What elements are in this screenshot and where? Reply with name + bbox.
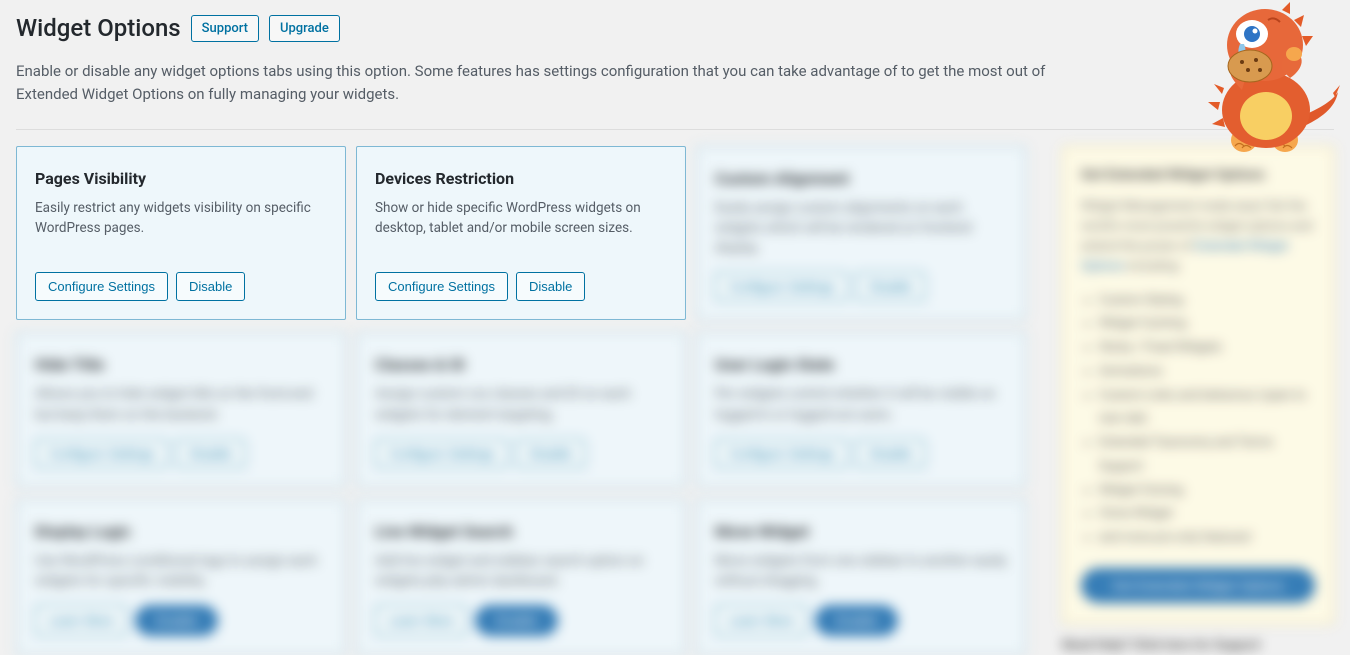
configure-button[interactable]: Configure Settings	[375, 272, 508, 301]
sidebar-feature-item: Custom Links and behaviour (open to new …	[1099, 384, 1315, 432]
option-card: Classes & ID Assign custom css classes an…	[356, 332, 686, 487]
cards-grid: Pages Visibility Easily restrict any widg…	[16, 146, 1026, 655]
card-title: Hide Title	[35, 355, 327, 374]
toggle-button: Disable	[856, 439, 925, 468]
card-title: Devices Restriction	[375, 169, 667, 188]
card-title: User Login State	[715, 355, 1007, 374]
sidebar-feature-item: and more pro-only features!	[1099, 526, 1315, 550]
card-actions: Configure Settings Disable	[35, 272, 327, 301]
page-title: Widget Options	[16, 14, 181, 42]
card-description: Per widgets control whether it will be v…	[715, 384, 1007, 425]
card-actions: Configure Settings Disable	[375, 439, 667, 468]
card-actions: Configure Settings Disable	[35, 439, 327, 468]
toggle-button: Disable	[176, 439, 245, 468]
card-actions: Configure Settings Disable	[715, 272, 1007, 301]
option-card: Devices Restriction Show or hide specific…	[356, 146, 686, 321]
card-title: Classes & ID	[375, 355, 667, 374]
sidebar-cta-button[interactable]: Get Extended Widget Options	[1081, 568, 1315, 603]
card-actions: Configure Settings Disable	[715, 439, 1007, 468]
card-title: Custom Alignment	[715, 169, 1007, 188]
sidebar-feature-item: Custom Styling	[1099, 289, 1315, 313]
sidebar-title: Get Extended Widget Options	[1081, 167, 1315, 183]
mascot-dino-icon	[1190, 0, 1340, 155]
card-title: Move Widget	[715, 522, 1007, 541]
card-description: Use WordPress conditional tags to assign…	[35, 551, 327, 592]
option-card: Display Logic Use WordPress conditional t…	[16, 499, 346, 655]
toggle-button: Enable	[815, 605, 897, 636]
sidebar-paragraph: Widget Management made easy! Get the wor…	[1081, 197, 1315, 277]
option-card: Custom Alignment Easily assign custom ali…	[696, 146, 1026, 321]
sidebar-feature-item: Clone Widget	[1099, 502, 1315, 526]
option-card: Pages Visibility Easily restrict any widg…	[16, 146, 346, 321]
card-actions: Learn More Enable	[715, 605, 1007, 636]
card-description: Allows you to hide widget title on the f…	[35, 384, 327, 425]
configure-button: Configure Settings	[375, 439, 508, 468]
configure-button: Configure Settings	[35, 439, 168, 468]
sidebar-feature-item: Sticky / Fixed Widgets	[1099, 336, 1315, 360]
configure-button: Configure Settings	[715, 439, 848, 468]
card-title: Pages Visibility	[35, 169, 327, 188]
sidebar-footer: Need Help? Click here for Support	[1062, 638, 1334, 653]
toggle-button[interactable]: Disable	[176, 272, 245, 301]
configure-button: Learn More	[35, 605, 127, 636]
card-description: Assign custom css classes and ID on each…	[375, 384, 667, 425]
card-description: Add live widget and sidebar search optio…	[375, 551, 667, 592]
sidebar-feature-item: Widget Cloning	[1099, 479, 1315, 503]
sidebar-feature-item: Extended Taxonomy and Terms Support	[1099, 431, 1315, 479]
card-title: Display Logic	[35, 522, 327, 541]
option-card: Move Widget Move widgets from one sidebar…	[696, 499, 1026, 655]
toggle-button: Disable	[856, 272, 925, 301]
card-description: Easily restrict any widgets visibility o…	[35, 198, 327, 259]
card-description: Show or hide specific WordPress widgets …	[375, 198, 667, 259]
card-title: Live Widget Search	[375, 522, 667, 541]
page-intro: Enable or disable any widget options tab…	[0, 42, 1110, 129]
toggle-button: Enable	[135, 605, 217, 636]
toggle-button: Enable	[475, 605, 557, 636]
card-actions: Configure Settings Disable	[375, 272, 667, 301]
option-card: Live Widget Search Add live widget and si…	[356, 499, 686, 655]
sidebar: Get Extended Widget Options Widget Manag…	[1062, 146, 1334, 653]
card-actions: Learn More Enable	[375, 605, 667, 636]
card-actions: Learn More Enable	[35, 605, 327, 636]
card-description: Easily assign custom alignments on each …	[715, 198, 1007, 259]
support-button[interactable]: Support	[191, 15, 259, 42]
option-card: Hide Title Allows you to hide widget titl…	[16, 332, 346, 487]
option-card: User Login State Per widgets control whet…	[696, 332, 1026, 487]
card-description: Move widgets from one sidebar to another…	[715, 551, 1007, 592]
configure-button: Learn More	[375, 605, 467, 636]
configure-button: Learn More	[715, 605, 807, 636]
toggle-button[interactable]: Disable	[516, 272, 585, 301]
upgrade-button[interactable]: Upgrade	[269, 15, 340, 42]
toggle-button: Disable	[516, 439, 585, 468]
configure-button[interactable]: Configure Settings	[35, 272, 168, 301]
sidebar-feature-item: Widget Caching	[1099, 312, 1315, 336]
sidebar-feature-item: Animations	[1099, 360, 1315, 384]
configure-button: Configure Settings	[715, 272, 848, 301]
